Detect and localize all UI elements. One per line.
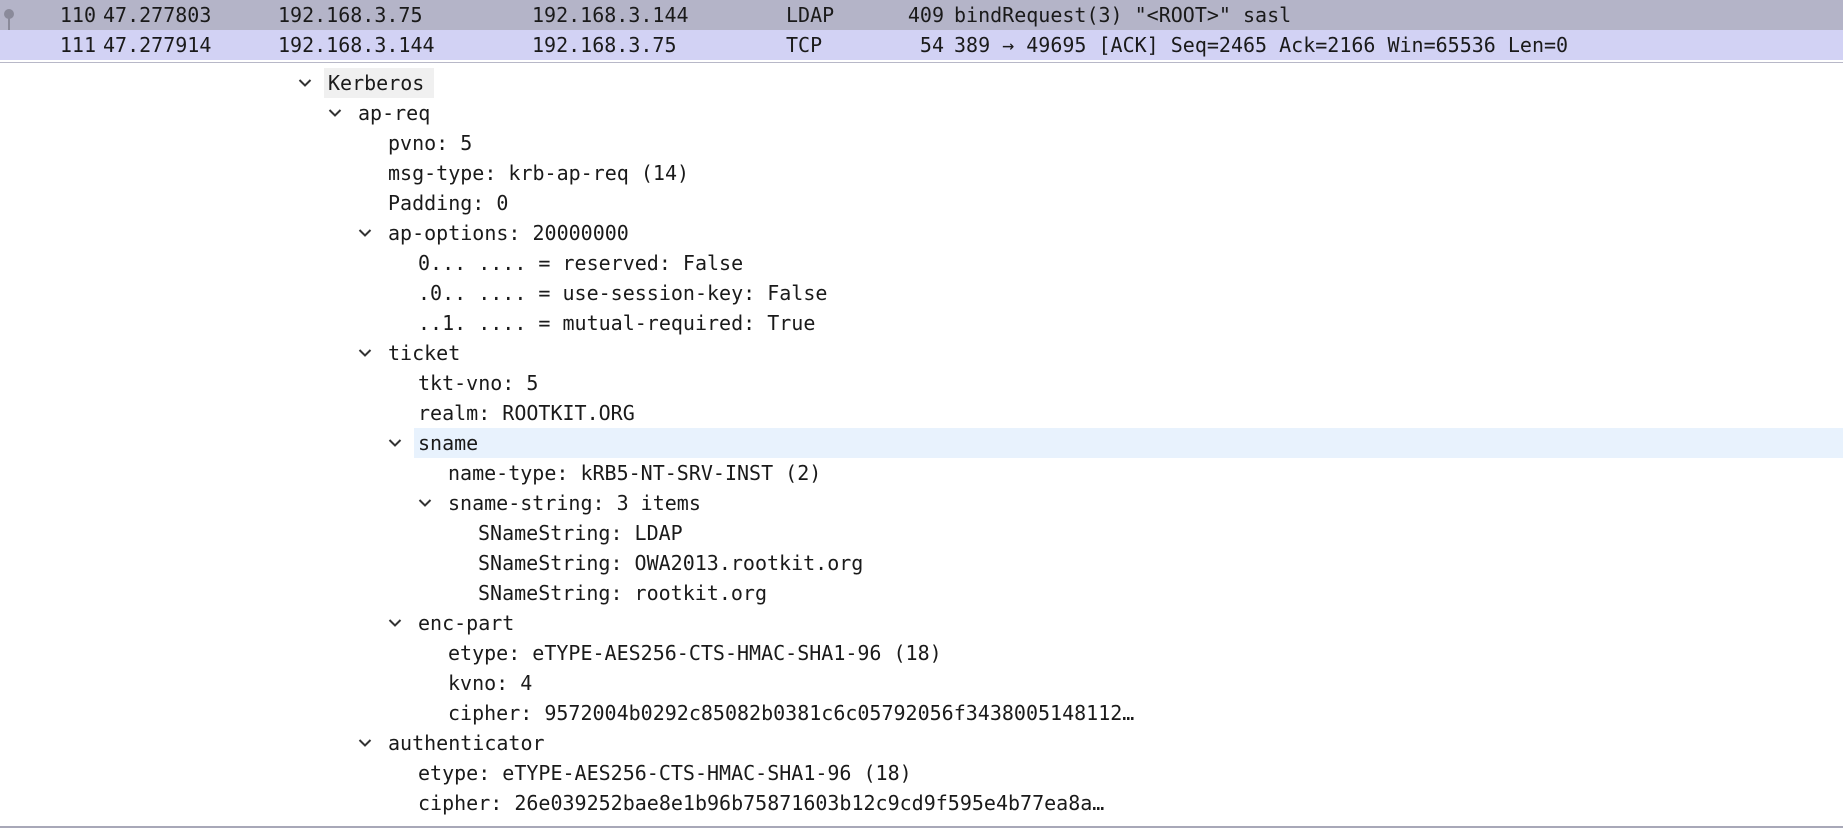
tree-node-label: etype: eTYPE-AES256-CTS-HMAC-SHA1-96 (18…: [418, 761, 912, 785]
packet-protocol: LDAP: [786, 3, 835, 27]
chevron-down-icon[interactable]: [383, 608, 407, 638]
tree-node-label: kvno: 4: [448, 671, 533, 695]
chevron-down-icon[interactable]: [413, 488, 437, 518]
tree-node[interactable]: msg-type: krb-ap-req (14): [0, 158, 1843, 188]
chevron-down-icon[interactable]: [353, 728, 377, 758]
packet-length: 54: [919, 33, 944, 57]
packet-destination: 192.168.3.75: [532, 33, 677, 57]
tree-node-label: ap-req: [358, 101, 431, 125]
tree-node[interactable]: sname: [0, 428, 1843, 458]
tree-node[interactable]: cipher: 9572004b0292c85082b0381c6c057920…: [0, 698, 1843, 728]
related-packet-line-icon: [8, 18, 10, 30]
tree-node-label: cipher: 9572004b0292c85082b0381c6c057920…: [448, 701, 1135, 725]
tree-node[interactable]: SNameString: rootkit.org: [0, 578, 1843, 608]
packet-destination: 192.168.3.144: [532, 3, 689, 27]
tree-node[interactable]: authenticator: [0, 728, 1843, 758]
tree-node[interactable]: Padding: 0: [0, 188, 1843, 218]
tree-node[interactable]: ap-req: [0, 98, 1843, 128]
tree-node[interactable]: ticket: [0, 338, 1843, 368]
packet-list: 110 47.277803 192.168.3.75 192.168.3.144…: [0, 0, 1843, 63]
chevron-down-icon[interactable]: [293, 68, 317, 98]
tree-node-label: etype: eTYPE-AES256-CTS-HMAC-SHA1-96 (18…: [448, 641, 942, 665]
selection-highlight: [414, 428, 1843, 458]
tree-node-label: name-type: kRB5-NT-SRV-INST (2): [448, 461, 822, 485]
packet-row[interactable]: 110 47.277803 192.168.3.75 192.168.3.144…: [0, 0, 1843, 30]
chevron-down-icon[interactable]: [383, 428, 407, 458]
packet-number: 111: [59, 33, 96, 57]
tree-node-label: 0... .... = reserved: False: [418, 251, 744, 275]
packet-time: 47.277914: [103, 33, 212, 57]
tree-node[interactable]: name-type: kRB5-NT-SRV-INST (2): [0, 458, 1843, 488]
chevron-down-icon[interactable]: [353, 338, 377, 368]
packet-row[interactable]: 111 47.277914 192.168.3.144 192.168.3.75…: [0, 30, 1843, 60]
tree-node[interactable]: SNameString: LDAP: [0, 518, 1843, 548]
tree-node[interactable]: sname-string: 3 items: [0, 488, 1843, 518]
tree-node[interactable]: enc-part: [0, 608, 1843, 638]
packet-time: 47.277803: [103, 3, 212, 27]
packet-info: 389 → 49695 [ACK] Seq=2465 Ack=2166 Win=…: [954, 33, 1569, 57]
tree-node[interactable]: tkt-vno: 5: [0, 368, 1843, 398]
packet-source: 192.168.3.144: [278, 33, 435, 57]
tree-node-label: Kerberos: [328, 71, 425, 95]
tree-node[interactable]: .0.. .... = use-session-key: False: [0, 278, 1843, 308]
tree-node-label: enc-part: [418, 611, 515, 635]
tree-node[interactable]: etype: eTYPE-AES256-CTS-HMAC-SHA1-96 (18…: [0, 758, 1843, 788]
tree-node-label: ticket: [388, 341, 461, 365]
tree-node[interactable]: Kerberos: [0, 68, 1843, 98]
tree-node[interactable]: 0... .... = reserved: False: [0, 248, 1843, 278]
tree-node[interactable]: ap-options: 20000000: [0, 218, 1843, 248]
tree-node-label: tkt-vno: 5: [418, 371, 539, 395]
tree-node-label: SNameString: rootkit.org: [478, 581, 767, 605]
chevron-down-icon[interactable]: [353, 218, 377, 248]
tree-node-label: ..1. .... = mutual-required: True: [418, 311, 816, 335]
tree-node[interactable]: kvno: 4: [0, 668, 1843, 698]
packet-length: 409: [907, 3, 944, 27]
tree-node[interactable]: ..1. .... = mutual-required: True: [0, 308, 1843, 338]
tree-node-label: cipher: 26e039252bae8e1b96b75871603b12c9…: [418, 791, 1105, 815]
tree-node-label: sname: [418, 431, 479, 455]
tree-node-label: SNameString: OWA2013.rootkit.org: [478, 551, 864, 575]
packet-details-tree: Kerberos ap-req pvno: 5 msg-type: krb-ap-re…: [0, 68, 1843, 823]
tree-node-label: pvno: 5: [388, 131, 473, 155]
tree-node-label: ap-options: 20000000: [388, 221, 629, 245]
packet-protocol: TCP: [786, 33, 823, 57]
tree-node-label: Padding: 0: [388, 191, 509, 215]
tree-node[interactable]: etype: eTYPE-AES256-CTS-HMAC-SHA1-96 (18…: [0, 638, 1843, 668]
tree-node-label: realm: ROOTKIT.ORG: [418, 401, 635, 425]
tree-node-label: .0.. .... = use-session-key: False: [418, 281, 828, 305]
tree-node[interactable]: cipher: 26e039252bae8e1b96b75871603b12c9…: [0, 788, 1843, 818]
packet-number: 110: [59, 3, 96, 27]
tree-node-label: msg-type: krb-ap-req (14): [388, 161, 690, 185]
tree-node-label: SNameString: LDAP: [478, 521, 683, 545]
tree-node[interactable]: SNameString: OWA2013.rootkit.org: [0, 548, 1843, 578]
tree-node[interactable]: realm: ROOTKIT.ORG: [0, 398, 1843, 428]
packet-info: bindRequest(3) "<ROOT>" sasl: [954, 3, 1292, 27]
tree-node-label: authenticator: [388, 731, 545, 755]
tree-node[interactable]: pvno: 5: [0, 128, 1843, 158]
chevron-down-icon[interactable]: [323, 98, 347, 128]
pane-divider: [0, 826, 1843, 828]
packet-source: 192.168.3.75: [278, 3, 423, 27]
tree-node-label: sname-string: 3 items: [448, 491, 701, 515]
